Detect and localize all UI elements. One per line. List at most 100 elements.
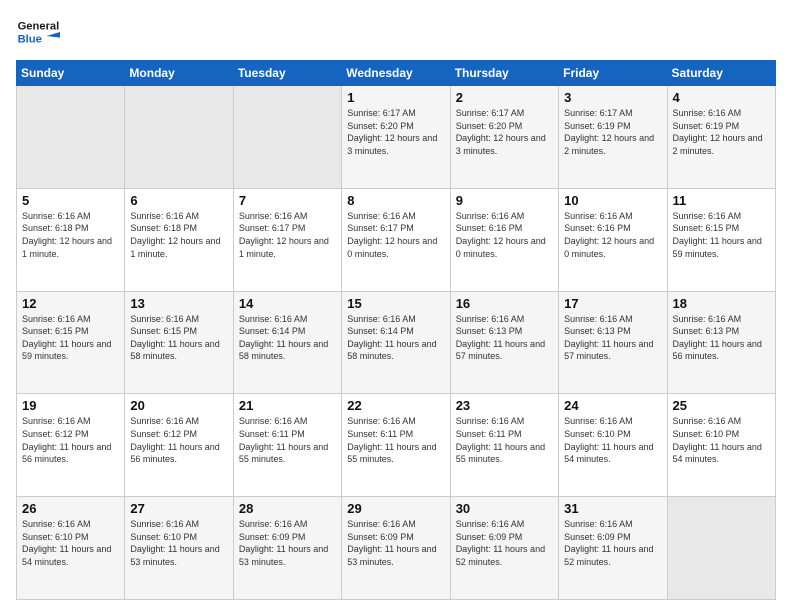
calendar-cell: 8 Sunrise: 6:16 AM Sunset: 6:17 PM Daylig… <box>342 188 450 291</box>
day-info: Sunrise: 6:17 AM Sunset: 6:19 PM Dayligh… <box>564 107 661 157</box>
calendar-cell: 4Sunrise: 6:16 AM Sunset: 6:19 PM Daylig… <box>667 86 775 189</box>
calendar-cell: 17 Sunrise: 6:16 AM Sunset: 6:13 PM Dayli… <box>559 291 667 394</box>
day-number: 12 <box>22 296 119 311</box>
calendar-cell: 14 Sunrise: 6:16 AM Sunset: 6:14 PM Dayli… <box>233 291 341 394</box>
weekday-header-monday: Monday <box>125 61 233 86</box>
day-info: Sunrise: 6:16 AM Sunset: 6:12 PM Dayligh… <box>130 415 227 465</box>
day-info: Sunrise: 6:16 AM Sunset: 6:16 PM Dayligh… <box>564 210 661 260</box>
day-info: Sunrise: 6:16 AM Sunset: 6:11 PM Dayligh… <box>347 415 444 465</box>
calendar-week-4: 19Sunrise: 6:16 AM Sunset: 6:12 PM Dayli… <box>17 394 776 497</box>
day-number: 24 <box>564 398 661 413</box>
calendar-cell: 7Sunrise: 6:16 AM Sunset: 6:17 PM Daylig… <box>233 188 341 291</box>
calendar-week-3: 12 Sunrise: 6:16 AM Sunset: 6:15 PM Dayli… <box>17 291 776 394</box>
calendar-cell <box>667 497 775 600</box>
calendar-cell: 24 Sunrise: 6:16 AM Sunset: 6:10 PM Dayli… <box>559 394 667 497</box>
weekday-header-tuesday: Tuesday <box>233 61 341 86</box>
calendar-cell: 11Sunrise: 6:16 AM Sunset: 6:15 PM Dayli… <box>667 188 775 291</box>
day-info: Sunrise: 6:16 AM Sunset: 6:13 PM Dayligh… <box>456 313 553 363</box>
day-number: 4 <box>673 90 770 105</box>
day-info: Sunrise: 6:16 AM Sunset: 6:15 PM Dayligh… <box>22 313 119 363</box>
day-number: 7 <box>239 193 336 208</box>
calendar-table: SundayMondayTuesdayWednesdayThursdayFrid… <box>16 60 776 600</box>
calendar-cell: 9 Sunrise: 6:16 AM Sunset: 6:16 PM Daylig… <box>450 188 558 291</box>
logo-icon: General Blue <box>16 12 64 52</box>
calendar-cell: 13 Sunrise: 6:16 AM Sunset: 6:15 PM Dayli… <box>125 291 233 394</box>
day-number: 22 <box>347 398 444 413</box>
day-info: Sunrise: 6:16 AM Sunset: 6:09 PM Dayligh… <box>347 518 444 568</box>
svg-text:General: General <box>18 21 60 33</box>
day-info: Sunrise: 6:16 AM Sunset: 6:18 PM Dayligh… <box>22 210 119 260</box>
calendar-cell: 12 Sunrise: 6:16 AM Sunset: 6:15 PM Dayli… <box>17 291 125 394</box>
day-number: 29 <box>347 501 444 516</box>
day-number: 6 <box>130 193 227 208</box>
day-info: Sunrise: 6:16 AM Sunset: 6:10 PM Dayligh… <box>673 415 770 465</box>
calendar-cell: 29 Sunrise: 6:16 AM Sunset: 6:09 PM Dayli… <box>342 497 450 600</box>
weekday-header-saturday: Saturday <box>667 61 775 86</box>
day-number: 31 <box>564 501 661 516</box>
day-info: Sunrise: 6:16 AM Sunset: 6:14 PM Dayligh… <box>239 313 336 363</box>
header: General Blue <box>16 12 776 52</box>
calendar-cell: 10 Sunrise: 6:16 AM Sunset: 6:16 PM Dayli… <box>559 188 667 291</box>
calendar-header-row: SundayMondayTuesdayWednesdayThursdayFrid… <box>17 61 776 86</box>
calendar-week-1: 1Sunrise: 6:17 AM Sunset: 6:20 PM Daylig… <box>17 86 776 189</box>
calendar-cell: 5Sunrise: 6:16 AM Sunset: 6:18 PM Daylig… <box>17 188 125 291</box>
day-number: 21 <box>239 398 336 413</box>
day-number: 10 <box>564 193 661 208</box>
day-info: Sunrise: 6:16 AM Sunset: 6:11 PM Dayligh… <box>239 415 336 465</box>
calendar-cell <box>17 86 125 189</box>
calendar-cell: 18Sunrise: 6:16 AM Sunset: 6:13 PM Dayli… <box>667 291 775 394</box>
calendar-cell: 19Sunrise: 6:16 AM Sunset: 6:12 PM Dayli… <box>17 394 125 497</box>
calendar-cell: 2Sunrise: 6:17 AM Sunset: 6:20 PM Daylig… <box>450 86 558 189</box>
day-number: 23 <box>456 398 553 413</box>
calendar-cell: 3 Sunrise: 6:17 AM Sunset: 6:19 PM Daylig… <box>559 86 667 189</box>
calendar-cell: 21 Sunrise: 6:16 AM Sunset: 6:11 PM Dayli… <box>233 394 341 497</box>
page: General Blue SundayMondayTuesdayWednesda… <box>0 0 792 612</box>
day-number: 3 <box>564 90 661 105</box>
day-number: 9 <box>456 193 553 208</box>
day-number: 11 <box>673 193 770 208</box>
day-number: 25 <box>673 398 770 413</box>
day-info: Sunrise: 6:16 AM Sunset: 6:10 PM Dayligh… <box>22 518 119 568</box>
calendar-cell: 6 Sunrise: 6:16 AM Sunset: 6:18 PM Daylig… <box>125 188 233 291</box>
calendar-cell <box>125 86 233 189</box>
day-info: Sunrise: 6:17 AM Sunset: 6:20 PM Dayligh… <box>347 107 444 157</box>
calendar-cell: 23Sunrise: 6:16 AM Sunset: 6:11 PM Dayli… <box>450 394 558 497</box>
calendar-cell: 1Sunrise: 6:17 AM Sunset: 6:20 PM Daylig… <box>342 86 450 189</box>
day-info: Sunrise: 6:16 AM Sunset: 6:18 PM Dayligh… <box>130 210 227 260</box>
day-number: 8 <box>347 193 444 208</box>
day-number: 14 <box>239 296 336 311</box>
svg-text:Blue: Blue <box>18 33 42 45</box>
calendar-week-2: 5Sunrise: 6:16 AM Sunset: 6:18 PM Daylig… <box>17 188 776 291</box>
day-info: Sunrise: 6:16 AM Sunset: 6:15 PM Dayligh… <box>130 313 227 363</box>
day-info: Sunrise: 6:16 AM Sunset: 6:13 PM Dayligh… <box>564 313 661 363</box>
day-info: Sunrise: 6:16 AM Sunset: 6:14 PM Dayligh… <box>347 313 444 363</box>
calendar-week-5: 26 Sunrise: 6:16 AM Sunset: 6:10 PM Dayli… <box>17 497 776 600</box>
calendar-cell: 22 Sunrise: 6:16 AM Sunset: 6:11 PM Dayli… <box>342 394 450 497</box>
day-number: 15 <box>347 296 444 311</box>
calendar-cell: 25 Sunrise: 6:16 AM Sunset: 6:10 PM Dayli… <box>667 394 775 497</box>
day-info: Sunrise: 6:16 AM Sunset: 6:09 PM Dayligh… <box>239 518 336 568</box>
day-number: 16 <box>456 296 553 311</box>
day-info: Sunrise: 6:16 AM Sunset: 6:12 PM Dayligh… <box>22 415 119 465</box>
calendar-cell: 30Sunrise: 6:16 AM Sunset: 6:09 PM Dayli… <box>450 497 558 600</box>
day-number: 17 <box>564 296 661 311</box>
logo: General Blue <box>16 12 64 52</box>
day-info: Sunrise: 6:16 AM Sunset: 6:10 PM Dayligh… <box>564 415 661 465</box>
day-number: 26 <box>22 501 119 516</box>
day-number: 28 <box>239 501 336 516</box>
calendar-cell: 31 Sunrise: 6:16 AM Sunset: 6:09 PM Dayli… <box>559 497 667 600</box>
calendar-cell: 20Sunrise: 6:16 AM Sunset: 6:12 PM Dayli… <box>125 394 233 497</box>
calendar-cell: 26 Sunrise: 6:16 AM Sunset: 6:10 PM Dayli… <box>17 497 125 600</box>
day-info: Sunrise: 6:16 AM Sunset: 6:17 PM Dayligh… <box>347 210 444 260</box>
day-number: 13 <box>130 296 227 311</box>
day-info: Sunrise: 6:16 AM Sunset: 6:13 PM Dayligh… <box>673 313 770 363</box>
weekday-header-friday: Friday <box>559 61 667 86</box>
calendar-cell <box>233 86 341 189</box>
day-info: Sunrise: 6:16 AM Sunset: 6:16 PM Dayligh… <box>456 210 553 260</box>
day-info: Sunrise: 6:16 AM Sunset: 6:09 PM Dayligh… <box>564 518 661 568</box>
day-number: 27 <box>130 501 227 516</box>
day-info: Sunrise: 6:16 AM Sunset: 6:09 PM Dayligh… <box>456 518 553 568</box>
calendar-cell: 27Sunrise: 6:16 AM Sunset: 6:10 PM Dayli… <box>125 497 233 600</box>
weekday-header-thursday: Thursday <box>450 61 558 86</box>
day-info: Sunrise: 6:17 AM Sunset: 6:20 PM Dayligh… <box>456 107 553 157</box>
